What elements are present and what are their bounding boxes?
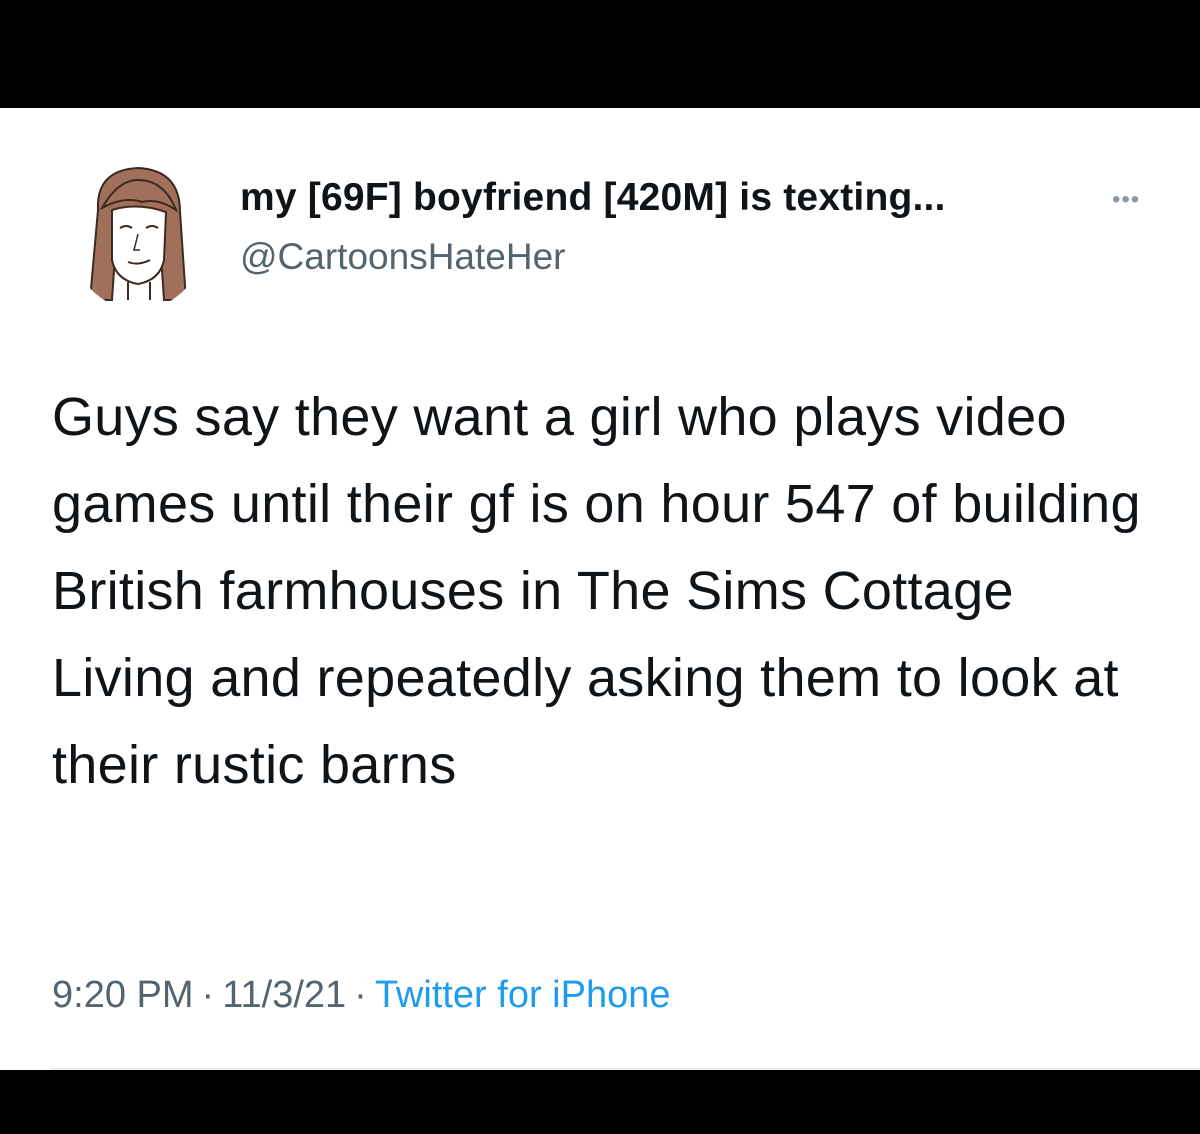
tweet-metadata: 9:20 PM · 11/3/21 · Twitter for iPhone <box>52 974 671 1017</box>
divider <box>50 1068 1200 1070</box>
author-handle[interactable]: @CartoonsHateHer <box>240 236 565 278</box>
separator: · <box>201 974 215 1016</box>
tweet-time[interactable]: 9:20 PM <box>52 974 194 1016</box>
tweet-text: Guys say they want a girl who plays vide… <box>52 387 1141 795</box>
author-display-name[interactable]: my [69F] boyfriend [420M] is texting... <box>240 176 946 220</box>
tweet-date[interactable]: 11/3/21 <box>222 974 346 1016</box>
separator: · <box>354 974 367 1016</box>
more-options-icon[interactable]: ••• <box>1112 186 1140 214</box>
screenshot-frame: my [69F] boyfriend [420M] is texting... … <box>0 0 1200 1134</box>
tweet-source-link[interactable]: Twitter for iPhone <box>375 974 671 1016</box>
avatar[interactable] <box>68 150 208 310</box>
cartoon-woman-avatar-icon <box>88 166 188 301</box>
tweet-card: my [69F] boyfriend [420M] is texting... … <box>0 108 1200 1070</box>
